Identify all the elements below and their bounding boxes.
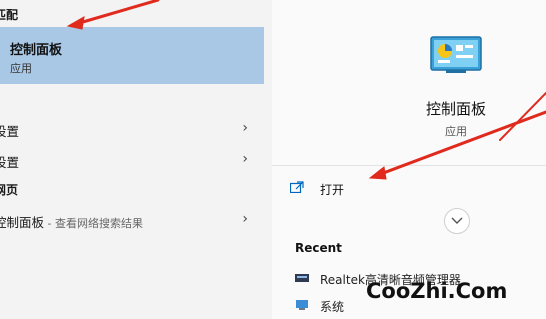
app-title: 控制面板 [425,100,486,118]
preview-pane: 控制面板 应用 打开 Recent Realtek高清晰音频管理器 系统 [272,0,546,319]
chevron-right-icon: › [242,151,248,167]
chevron-down-icon [451,217,463,224]
divider [272,165,546,166]
web-search-result[interactable]: 控制面板 - 查看网络搜索结果 › [0,206,258,234]
open-button[interactable]: 打开 [290,178,410,200]
chevron-right-icon: › [242,120,248,136]
web-result-label: 控制面板 - 查看网络搜索结果 [0,212,143,231]
recent-header: Recent [295,241,342,255]
web-result-title: 控制面板 [0,215,45,230]
realtek-audio-icon [295,274,309,282]
best-match-result[interactable]: 控制面板 应用 [0,27,264,84]
expand-button[interactable] [444,208,470,234]
recent-item-label: 系统 [320,300,345,314]
web-header: 网页 [0,183,19,197]
results-pane: 匹配 控制面板 应用 设置 › 设置 › 网页 控制面板 - 查看网络搜索结果 … [0,0,264,319]
settings-result-1[interactable]: 设置 › [0,115,258,143]
best-match-subtitle: 应用 [10,62,32,75]
web-result-subtitle: - 查看网络搜索结果 [44,217,143,230]
watermark: CooZhi.Com [366,279,508,303]
chevron-right-icon: › [242,211,248,227]
control-panel-icon [430,36,482,73]
best-match-title: 控制面板 [10,43,63,58]
system-icon [296,300,308,310]
open-icon [290,181,304,193]
open-label: 打开 [320,183,345,197]
app-subtitle: 应用 [445,125,467,138]
settings-result-2[interactable]: 设置 › [0,146,258,174]
settings-result-label: 设置 [0,155,20,170]
best-match-header: 匹配 [0,8,19,22]
settings-result-label: 设置 [0,124,20,139]
